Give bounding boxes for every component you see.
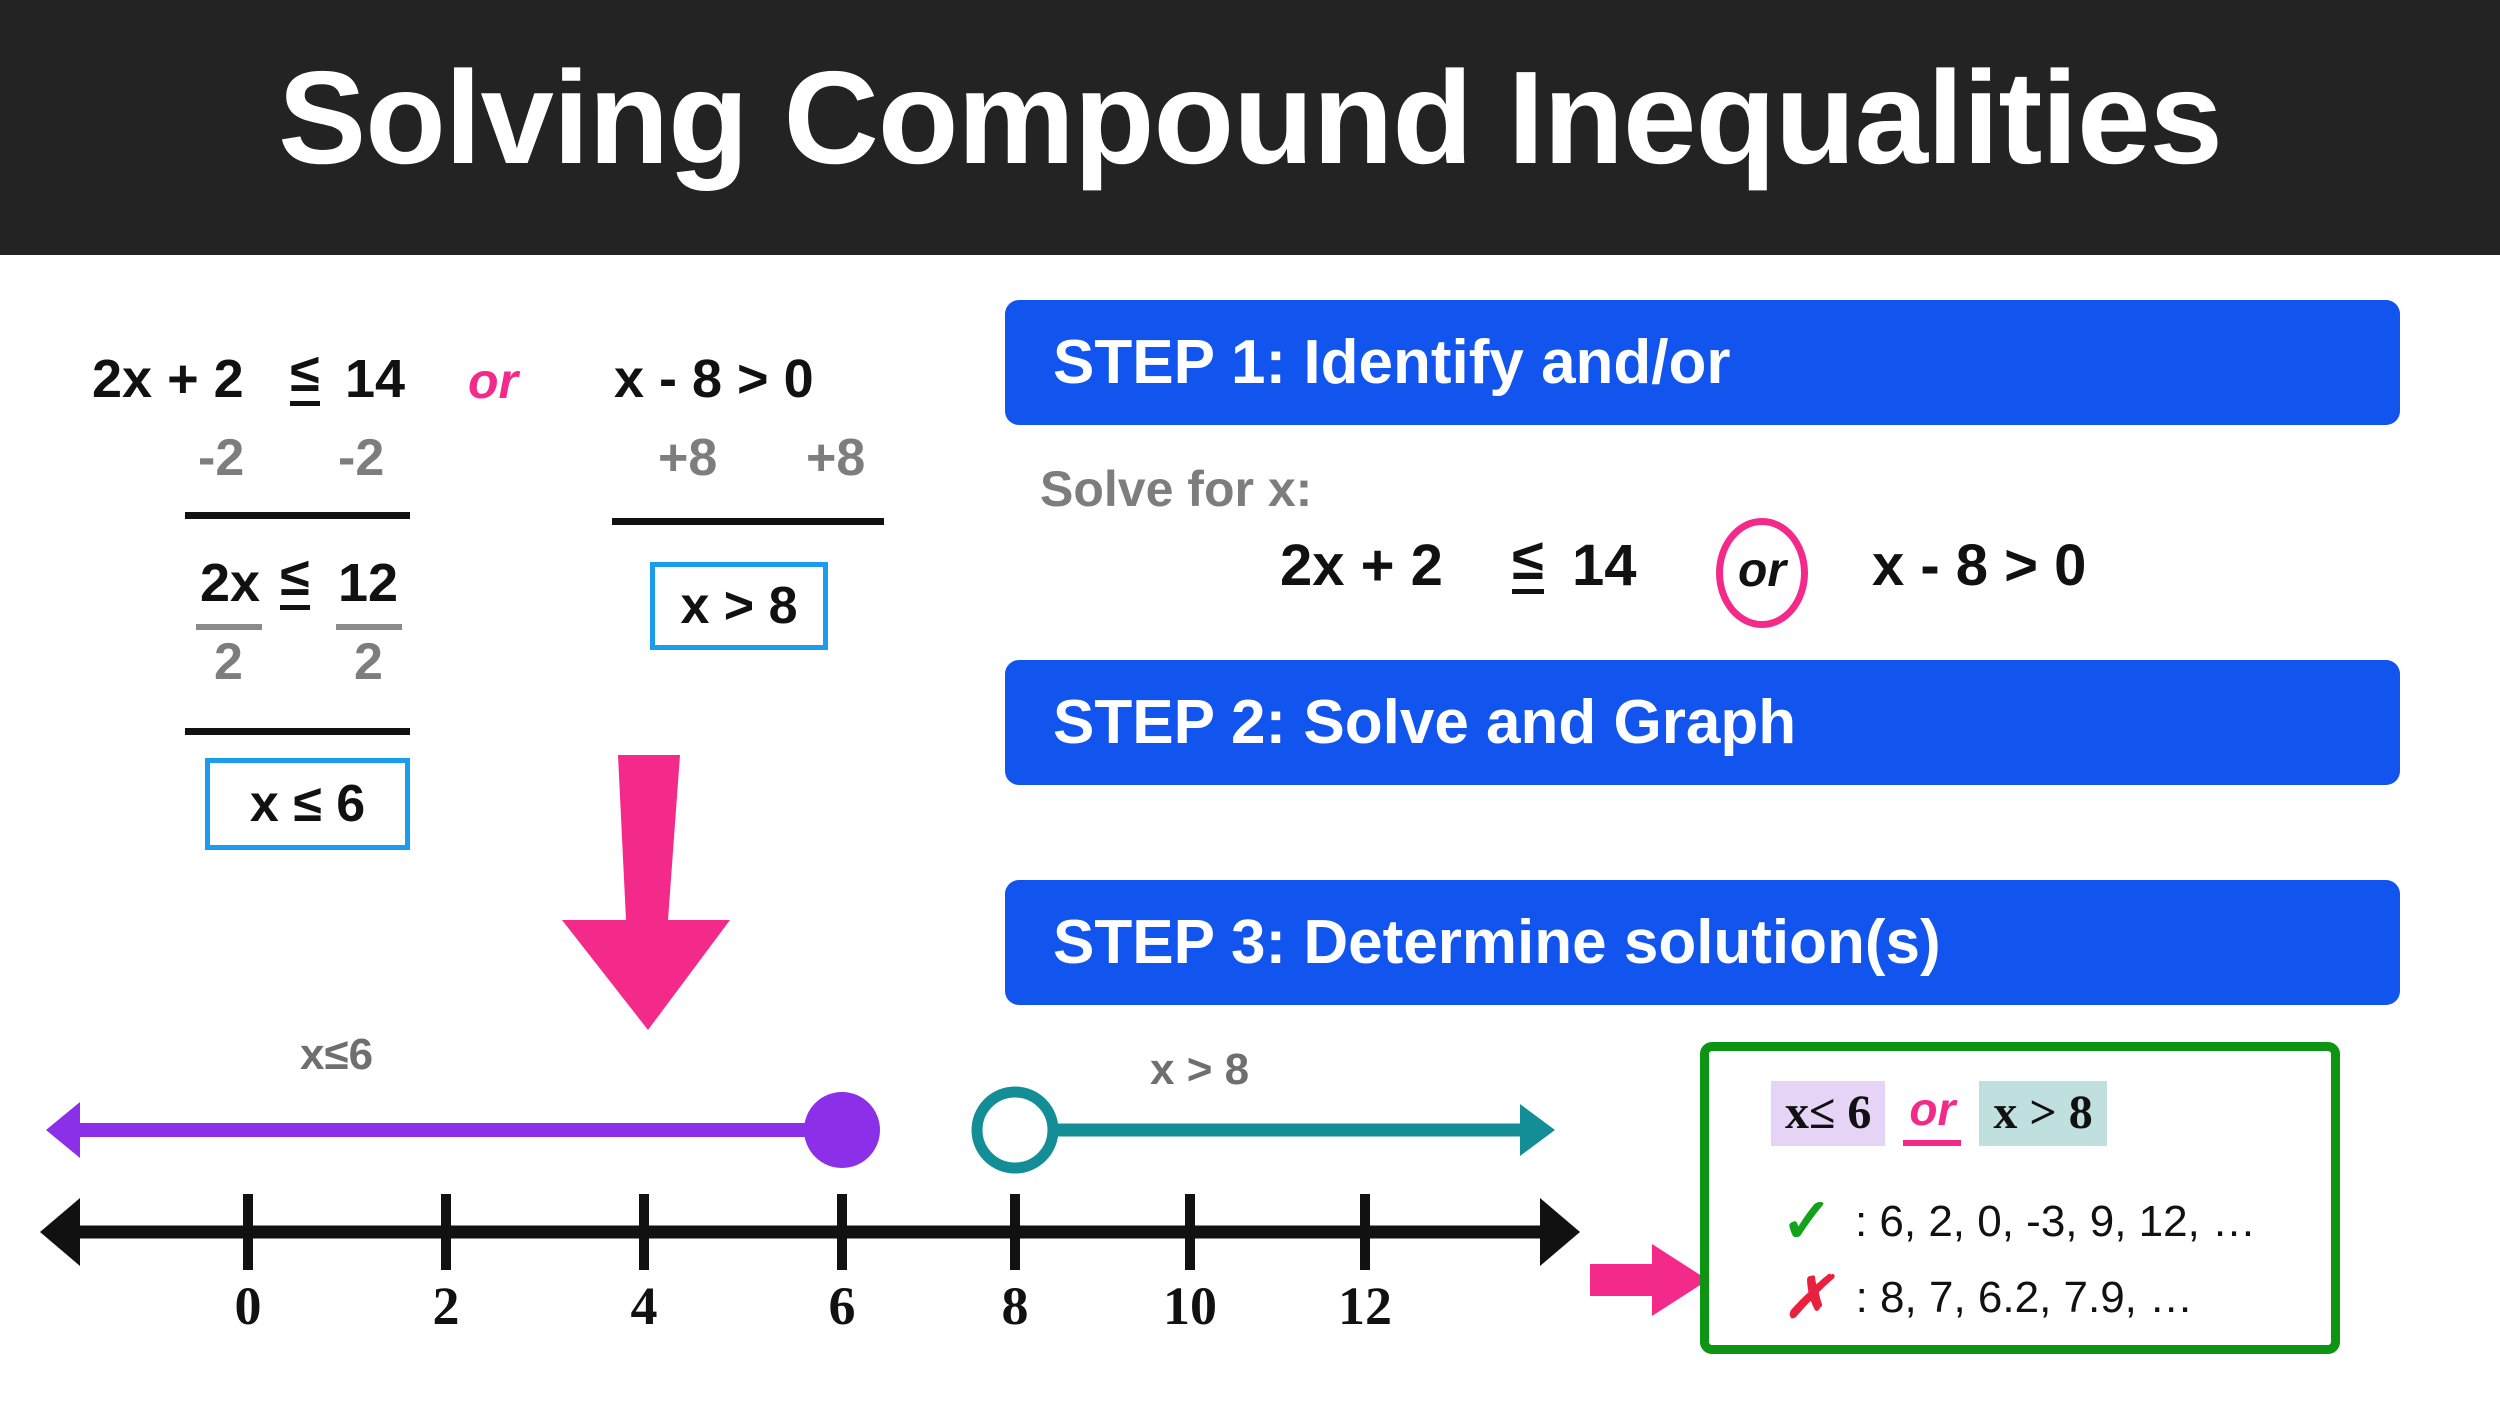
left-divisor-rhs: 2 <box>354 633 383 691</box>
left-eq-line1-rhs: 14 <box>345 349 406 409</box>
solve-left-expression: 2x + 2 <box>1280 533 1443 598</box>
left-op-subtract-rhs: -2 <box>338 429 385 487</box>
right-op-add-rhs: +8 <box>806 429 866 487</box>
solutions-row: ✓ : 6, 2, 0, -3, 9, 12, … <box>1781 1191 2256 1253</box>
step-banner-3[interactable]: STEP 3: Determine solution(s) <box>1005 880 2400 1005</box>
solution-chips-row: x≤ 6 or x > 8 <box>1771 1081 2107 1146</box>
ray-x-gt-8 <box>971 1086 1555 1174</box>
left-eq-line2-lhs: 2x <box>200 553 261 613</box>
tick-label-6: 6 <box>828 1276 856 1336</box>
solve-left-rhs: 14 <box>1572 533 1637 598</box>
left-eq-line1-relation: ≤ <box>290 346 320 407</box>
check-icon: ✓ <box>1781 1187 1833 1256</box>
tick-label-2: 2 <box>432 1276 460 1336</box>
solve-relation: ≤ <box>1512 530 1544 595</box>
poster-canvas: Solving Compound Inequalities 2x + 2 ≤ 1… <box>0 0 2500 1406</box>
left-answer-box: x ≤ 6 <box>205 758 410 850</box>
pink-right-arrow-icon <box>1590 1244 1708 1316</box>
tick-label-12: 12 <box>1338 1276 1392 1336</box>
axis-line <box>40 1198 1580 1266</box>
header-banner: Solving Compound Inequalities <box>0 0 2500 255</box>
circled-or-text: or <box>1738 544 1786 597</box>
left-rule-1 <box>185 512 410 519</box>
ray-label-left: x≤6 <box>300 1030 374 1079</box>
left-divisor-lhs: 2 <box>214 633 243 691</box>
chip-x-le-6: x≤ 6 <box>1771 1081 1886 1146</box>
tick-label-4: 4 <box>630 1276 658 1336</box>
left-rule-2 <box>185 728 410 735</box>
tick-label-10: 10 <box>1163 1276 1217 1336</box>
right-eq-line1: x - 8 > 0 <box>614 349 814 409</box>
left-eq-line1-lhs: 2x + 2 <box>92 349 244 409</box>
solve-right-expression: x - 8 > 0 <box>1872 533 2087 598</box>
left-divide-bar-lhs <box>196 624 262 630</box>
or-connector-left: or <box>468 353 518 409</box>
pink-down-arrow-icon <box>562 755 730 1030</box>
left-op-subtract-lhs: -2 <box>198 429 245 487</box>
step-banner-1[interactable]: STEP 1: Identify and/or <box>1005 300 2400 425</box>
right-answer-box: x > 8 <box>650 562 828 650</box>
cross-icon: ✗ <box>1783 1265 1832 1330</box>
non-solution-values: : 8, 7, 6.2, 7.9, … <box>1855 1273 2194 1322</box>
left-eq-line2-relation: ≤ <box>280 550 310 611</box>
left-divide-bar-rhs <box>336 624 402 630</box>
solution-values: : 6, 2, 0, -3, 9, 12, … <box>1854 1197 2257 1246</box>
solve-for-x-label: Solve for x: <box>1040 461 1313 517</box>
chip-x-gt-8: x > 8 <box>1979 1081 2107 1146</box>
right-op-add-lhs: +8 <box>658 429 718 487</box>
tick-label-8: 8 <box>1001 1276 1029 1336</box>
tick-label-0: 0 <box>234 1276 262 1336</box>
step-banner-2[interactable]: STEP 2: Solve and Graph <box>1005 660 2400 785</box>
page-title: Solving Compound Inequalities <box>278 44 2223 191</box>
non-solutions-row: ✗ : 8, 7, 6.2, 7.9, … <box>1783 1269 2193 1327</box>
right-rule-1 <box>612 518 884 525</box>
solution-summary-box: x≤ 6 or x > 8 ✓ : 6, 2, 0, -3, 9, 12, … … <box>1700 1042 2340 1354</box>
ray-x-le-6 <box>46 1092 880 1168</box>
chip-or-connector: or <box>1903 1082 1962 1146</box>
left-eq-line2-rhs: 12 <box>338 553 399 613</box>
